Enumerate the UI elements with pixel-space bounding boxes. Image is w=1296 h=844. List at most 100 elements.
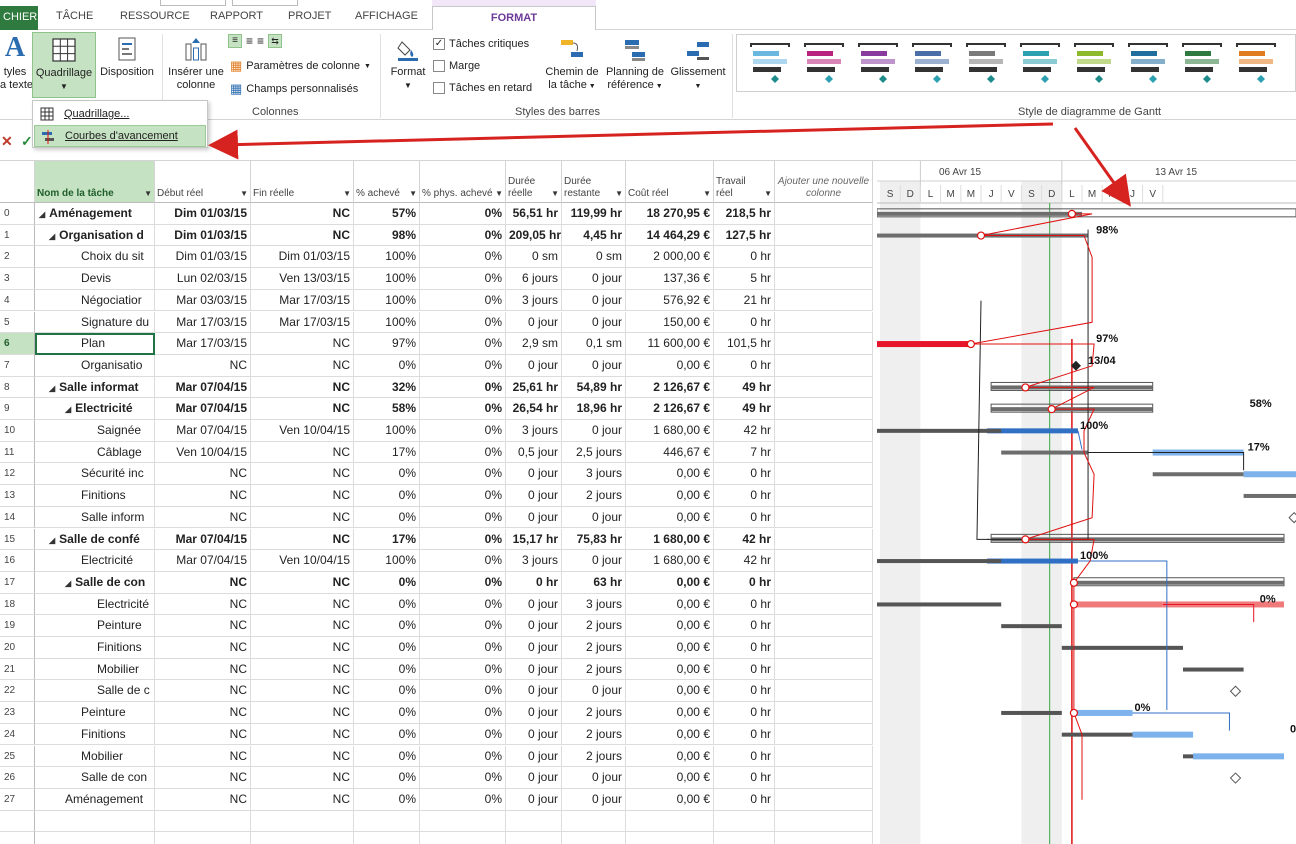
cell-new-column[interactable] [775,203,873,225]
table-row[interactable]: 21 Mobilier NC NC 0% 0% 0 jour 2 jours 0,00 €0 h… [0,658,873,681]
cell-new-column[interactable] [775,420,873,442]
empty-cell[interactable] [775,832,873,844]
cell-phys[interactable]: 0% [420,615,506,637]
filter-arrow-icon[interactable]: ▼ [762,188,772,200]
cell-pct[interactable]: 0% [354,723,420,746]
filter-arrow-icon[interactable]: ▼ [549,188,559,200]
cell-new-column[interactable] [775,550,873,572]
table-row[interactable]: 8 ◢ Salle informat Mar 07/04/15 NC 32% 0% 25,61… [0,376,873,399]
cell-start[interactable]: NC [155,637,251,659]
cell-name[interactable]: Electricité [35,550,155,572]
cell-dur[interactable]: 209,05 hr [506,224,562,247]
row-id[interactable]: 18 [0,593,35,616]
cell-cost[interactable]: 11 600,00 € [626,333,714,355]
cell-phys[interactable]: 0% [420,680,506,703]
menu-item-gridlines[interactable]: Quadrillage... [34,103,206,125]
cell-work[interactable]: 49 hr [714,376,775,399]
cell-work[interactable]: 0 hr [714,615,775,637]
cell-rem[interactable]: 0 jour [562,289,626,312]
cell-new-column[interactable] [775,463,873,486]
cell-work[interactable]: 0 hr [714,723,775,746]
cell-dur[interactable]: 3 jours [506,289,562,312]
cell-work[interactable]: 0 hr [714,485,775,507]
checkbox-unchecked[interactable] [433,82,445,94]
cell-start[interactable]: NC [155,485,251,507]
row-id[interactable]: 4 [0,289,35,312]
cell-rem[interactable]: 3 jours [562,593,626,616]
row-id[interactable]: 9 [0,398,35,420]
collapse-toggle-icon[interactable]: ◢ [49,378,55,398]
cell-phys[interactable]: 0% [420,593,506,616]
empty-cell[interactable] [420,832,506,844]
cell-work[interactable]: 0 hr [714,246,775,269]
row-id[interactable]: 2 [0,246,35,269]
cell-phys[interactable]: 0% [420,203,506,225]
cell-dur[interactable]: 6 jours [506,268,562,290]
cell-rem[interactable]: 2 jours [562,723,626,746]
gantt-style-swatch[interactable] [801,41,847,87]
cell-dur[interactable]: 0 jour [506,745,562,768]
cell-pct[interactable]: 58% [354,398,420,420]
table-row[interactable]: 11 Câblage Ven 10/04/15 NC 17% 0% 0,5 jour 2,5 … [0,441,873,464]
cell-start[interactable]: Mar 07/04/15 [155,528,251,551]
cell-new-column[interactable] [775,615,873,637]
cell-name[interactable]: ◢ Salle informat [35,376,155,399]
cell-name[interactable]: Salle de c [35,680,155,703]
empty-cell[interactable] [714,810,775,833]
quick-access-box[interactable] [232,0,298,6]
slippage-button[interactable]: Glissement ▼ [668,36,728,93]
quick-access-box[interactable] [160,0,226,6]
cell-end[interactable]: NC [251,745,354,768]
tab-file[interactable]: CHIER [0,6,38,30]
gantt-style-swatch[interactable] [1233,41,1279,87]
cell-name[interactable]: Finitions [35,485,155,507]
cell-cost[interactable]: 0,00 € [626,485,714,507]
cell-cost[interactable]: 576,92 € [626,289,714,312]
cell-pct[interactable]: 0% [354,571,420,594]
cell-dur[interactable]: 3 jours [506,550,562,572]
cell-dur[interactable]: 0 jour [506,702,562,724]
cell-pct[interactable]: 100% [354,550,420,572]
cell-pct[interactable]: 0% [354,680,420,703]
cell-end[interactable]: NC [251,528,354,551]
table-row[interactable]: 24 Finitions NC NC 0% 0% 0 jour 2 jours 0,00 €0 … [0,723,873,746]
row-id[interactable]: 15 [0,528,35,551]
cell-name[interactable]: Aménagement [35,788,155,811]
format-button[interactable]: Format ▼ [386,36,430,92]
table-row[interactable]: 13 Finitions NC NC 0% 0% 0 jour 2 jours 0,00 €0 … [0,485,873,507]
filter-arrow-icon[interactable]: ▼ [407,188,417,200]
row-id[interactable]: 25 [0,745,35,768]
cell-phys[interactable]: 0% [420,658,506,681]
cell-phys[interactable]: 0% [420,485,506,507]
cell-new-column[interactable] [775,224,873,247]
row-id[interactable]: 8 [0,376,35,399]
cell-cost[interactable]: 0,00 € [626,571,714,594]
cell-pct[interactable]: 0% [354,354,420,377]
row-id[interactable]: 10 [0,420,35,442]
cell-rem[interactable]: 0 jour [562,311,626,334]
table-row[interactable]: 4 Négociatior Mar 03/03/15 Mar 17/03/15 100%… [0,289,873,312]
cell-name[interactable]: Finitions [35,637,155,659]
row-id[interactable]: 11 [0,441,35,464]
cell-new-column[interactable] [775,311,873,334]
cell-name[interactable]: Saignée [35,420,155,442]
empty-row[interactable] [0,810,873,833]
table-row[interactable]: 22 Salle de c NC NC 0% 0% 0 jour 0 jour 0,00 €0 … [0,680,873,703]
cell-dur[interactable]: 0 jour [506,680,562,703]
empty-cell[interactable] [626,810,714,833]
cell-work[interactable]: 101,5 hr [714,333,775,355]
empty-cell[interactable] [354,810,420,833]
table-row[interactable]: 25 Mobilier NC NC 0% 0% 0 jour 2 jours 0,00 €0 h… [0,745,873,768]
cell-cost[interactable]: 0,00 € [626,637,714,659]
empty-cell[interactable] [251,832,354,844]
cell-end[interactable]: NC [251,398,354,420]
cell-work[interactable]: 0 hr [714,354,775,377]
gantt-style-swatch[interactable] [1125,41,1171,87]
cell-name[interactable]: Sécurité inc [35,463,155,486]
cell-work[interactable]: 0 hr [714,767,775,789]
cell-new-column[interactable] [775,354,873,377]
cell-cost[interactable]: 1 680,00 € [626,550,714,572]
cell-new-column[interactable] [775,680,873,703]
cell-name[interactable]: Peinture [35,702,155,724]
cell-cost[interactable]: 1 680,00 € [626,528,714,551]
